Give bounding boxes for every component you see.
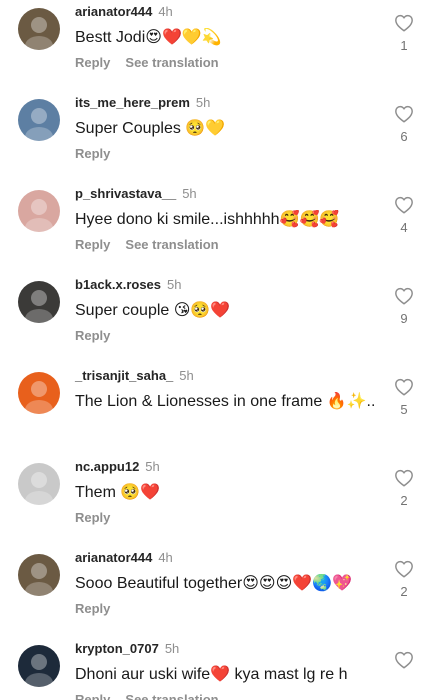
avatar-photo <box>18 645 60 687</box>
timestamp: 5h <box>179 368 194 383</box>
comment-text: Super couple 😘🥺❤️ <box>75 302 231 319</box>
like-button[interactable]: 1 <box>390 14 418 53</box>
timestamp: 5h <box>195 95 211 110</box>
comment-header: krypton_0707 5h <box>75 641 179 657</box>
comment-header: arianator444 4h <box>75 550 173 566</box>
see-translation-link[interactable]: See translation <box>125 55 218 70</box>
avatar[interactable] <box>18 8 60 50</box>
timestamp: 5h <box>167 277 182 292</box>
username-link[interactable]: arianator444 <box>75 550 152 565</box>
like-count: 2 <box>400 584 408 599</box>
like-button[interactable]: 5 <box>390 378 418 417</box>
avatar-photo <box>18 463 60 505</box>
comment-header: b1ack.x.roses 5h <box>75 277 181 293</box>
like-count: 6 <box>400 129 408 144</box>
see-translation-link[interactable]: See translation <box>125 692 218 700</box>
reply-button[interactable]: Reply <box>75 601 110 616</box>
timestamp: 4h <box>158 4 173 19</box>
heart-icon <box>395 14 413 32</box>
heart-icon <box>395 378 413 396</box>
timestamp: 5h <box>145 459 160 474</box>
like-count: 5 <box>400 402 408 417</box>
comment-header: its_me_here_prem 5h <box>75 95 210 111</box>
like-button[interactable]: 6 <box>390 105 418 144</box>
comment-item: p_shrivastava__ 5h Hyee dono ki smile...i… <box>0 186 438 277</box>
timestamp: 5h <box>164 641 180 656</box>
comment-actions: Reply <box>75 146 110 162</box>
username-link[interactable]: krypton_0707 <box>75 641 159 656</box>
username-link[interactable]: b1ack.x.roses <box>75 277 161 292</box>
heart-icon <box>395 287 413 305</box>
avatar-photo <box>18 99 60 141</box>
username-link[interactable]: _trisanjit_saha_ <box>75 368 173 383</box>
comment-item: nc.appu12 5h Them 🥺❤️ Reply 2 <box>0 459 438 550</box>
comment-text: Them 🥺❤️ <box>75 484 161 501</box>
comment-text: Sooo Beautiful together😍😍😍❤️🌏💖 <box>75 575 353 592</box>
lion-avatar <box>18 372 60 414</box>
comment-actions: Reply See translation <box>75 692 219 700</box>
like-button[interactable]: 2 <box>390 560 418 599</box>
comment-header: p_shrivastava__ 5h <box>75 186 197 202</box>
reply-button[interactable]: Reply <box>75 237 110 252</box>
heart-icon <box>395 196 413 214</box>
username-link[interactable]: nc.appu12 <box>75 459 139 474</box>
comment-actions: Reply <box>75 328 110 344</box>
avatar[interactable] <box>18 190 60 232</box>
avatar[interactable] <box>18 281 60 323</box>
username-link[interactable]: p_shrivastava__ <box>75 186 176 201</box>
heart-icon <box>395 469 413 487</box>
like-count: 9 <box>400 311 408 326</box>
comment-actions: Reply <box>75 601 110 617</box>
avatar-photo <box>18 190 60 232</box>
heart-icon <box>395 651 413 669</box>
timestamp: 5h <box>182 186 197 201</box>
like-count: 4 <box>400 220 408 235</box>
timestamp: 4h <box>158 550 173 565</box>
avatar[interactable] <box>18 554 60 596</box>
comment-item: its_me_here_prem 5h Super Couples 🥺💛 Repl… <box>0 95 438 186</box>
reply-button[interactable]: Reply <box>75 328 110 343</box>
comment-item: arianator444 4h Bestt Jodi😍❤️💛💫 Reply See … <box>0 4 438 95</box>
reply-button[interactable]: Reply <box>75 55 110 70</box>
comment-header: arianator444 4h <box>75 4 173 20</box>
username-link[interactable]: its_me_here_prem <box>75 95 190 110</box>
comment-actions: Reply <box>75 510 110 526</box>
comment-text: Bestt Jodi😍❤️💛💫 <box>75 29 222 46</box>
comment-header: _trisanjit_saha_ 5h <box>75 368 194 384</box>
username-link[interactable]: arianator444 <box>75 4 152 19</box>
avatar[interactable] <box>18 645 60 687</box>
like-button[interactable]: 9 <box>390 287 418 326</box>
avatar[interactable] <box>18 463 60 505</box>
comment-item: _trisanjit_saha_ 5h The Lion & Lionesses … <box>0 368 438 459</box>
comment-text: Super Couples 🥺💛 <box>75 120 226 137</box>
heart-icon <box>395 560 413 578</box>
comment-item: krypton_0707 5h Dhoni aur uski wife❤️ kya… <box>0 641 438 700</box>
comment-text: Hyee dono ki smile...ishhhhh🥰🥰🥰 <box>75 211 340 228</box>
avatar-photo <box>18 281 60 323</box>
like-button[interactable]: 2 <box>390 469 418 508</box>
avatar[interactable] <box>18 372 60 414</box>
reply-button[interactable]: Reply <box>75 146 110 161</box>
like-count: 1 <box>400 38 408 53</box>
comment-text: The Lion & Lionesses in one frame 🔥✨... <box>75 393 375 410</box>
reply-button[interactable]: Reply <box>75 510 110 525</box>
like-button[interactable]: 4 <box>390 196 418 235</box>
comment-item: b1ack.x.roses 5h Super couple 😘🥺❤️ Reply … <box>0 277 438 368</box>
avatar-photo <box>18 8 60 50</box>
comment-item: arianator444 4h Sooo Beautiful together😍😍… <box>0 550 438 641</box>
reply-button[interactable]: Reply <box>75 692 110 700</box>
like-button[interactable] <box>390 651 418 676</box>
comment-actions: Reply See translation <box>75 55 219 71</box>
heart-icon <box>395 105 413 123</box>
comment-actions: Reply See translation <box>75 237 219 253</box>
see-translation-link[interactable]: See translation <box>125 237 218 252</box>
avatar[interactable] <box>18 99 60 141</box>
like-count: 2 <box>400 493 408 508</box>
avatar-photo <box>18 554 60 596</box>
comment-text: Dhoni aur uski wife❤️ kya mast lg re h <box>75 666 348 683</box>
comment-header: nc.appu12 5h <box>75 459 160 475</box>
